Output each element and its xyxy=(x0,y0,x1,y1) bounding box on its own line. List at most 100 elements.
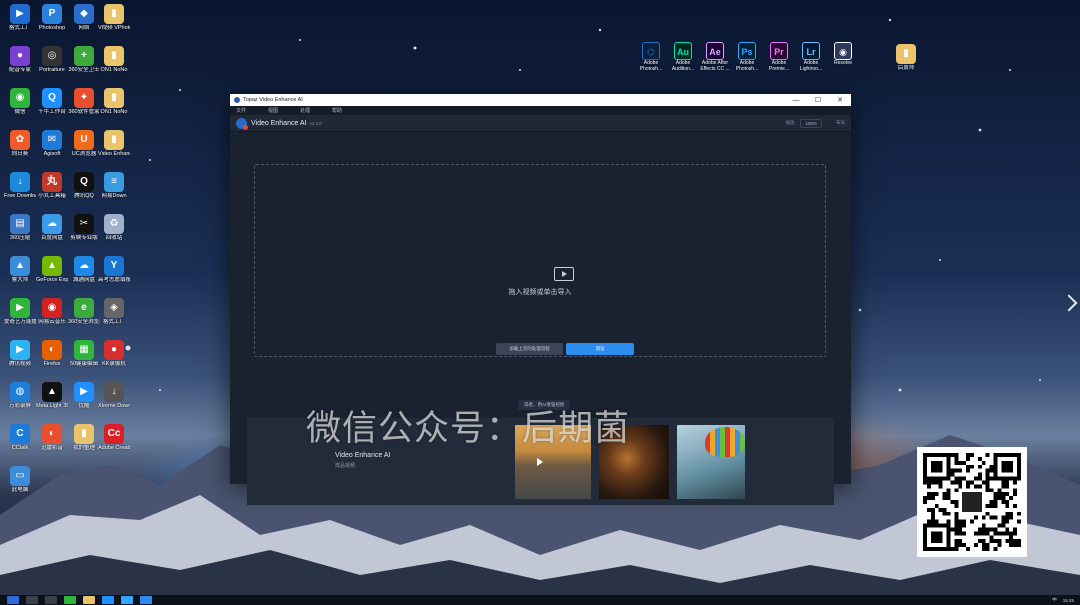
desktop-icon[interactable]: ◍ 万彩录屏 xyxy=(4,382,36,410)
desktop-icon[interactable]: ↓Xtreme Download xyxy=(98,382,130,410)
zoom-select[interactable]: 100% xyxy=(800,118,822,128)
desktop-icon[interactable]: ▦ 50健康编辑 xyxy=(68,340,100,368)
menu-process[interactable]: 处理 xyxy=(300,107,310,114)
desktop-icon[interactable]: ◆ 网络 xyxy=(68,4,100,32)
desktop-icon[interactable]: ▶ 格式工厂 xyxy=(4,4,36,32)
desktop-icon[interactable]: Y 高考志愿填报 xyxy=(98,256,130,284)
topaz-logo-icon xyxy=(236,117,248,130)
desktop-icon-label: 格式工厂 xyxy=(8,25,31,31)
desktop-icon[interactable]: ● 配音专家 xyxy=(4,46,36,74)
desktop-icon[interactable]: ◉ 网易云音乐 xyxy=(36,298,68,326)
desktop-icon[interactable]: ≡ 网易Down xyxy=(98,172,130,200)
desktop-icon[interactable]: Q 腾讯QQ xyxy=(68,172,100,200)
taskbar-app-explorer[interactable] xyxy=(83,596,95,604)
desktop-icon-label: Meta.Light 3D v2.5 xyxy=(36,403,68,409)
desktop-icon[interactable]: ☁ 城通网盘 xyxy=(68,256,100,284)
desktop-icon[interactable]: ✂ 剪映专业版 xyxy=(68,214,100,242)
desktop-icon-label: Xtreme Download xyxy=(98,403,130,409)
desktop-icon[interactable]: ▤ 360压缩 xyxy=(4,214,36,242)
desktop-icon[interactable]: ◐ Firefox xyxy=(36,340,68,368)
adobe-app-icon[interactable]: ◉ Resolve xyxy=(828,42,858,66)
app-icon: ▲ xyxy=(42,256,62,276)
adobe-app-icon[interactable]: Ps Adobe Photosh... xyxy=(732,42,762,72)
desktop-icon-label: 百度网盘 xyxy=(40,235,63,241)
menu-view[interactable]: 视图 xyxy=(268,107,278,114)
clock[interactable]: 15:45 xyxy=(1063,598,1074,603)
app-icon: ▤ xyxy=(10,214,30,234)
adobe-app-icon[interactable]: Au Adobe Audition... xyxy=(668,42,698,72)
maximize-button[interactable]: ☐ xyxy=(807,96,829,104)
desktop-icon[interactable]: ✉ Agisoft xyxy=(36,130,68,158)
desktop-icon-label: Portraiture xyxy=(39,67,65,73)
app-icon: ◉ xyxy=(42,298,62,318)
adobe-app-icon[interactable]: ⌬ Adobe Photosh... xyxy=(636,42,666,72)
desktop-icon[interactable]: ▮V视频 VPhoto源码 xyxy=(98,4,130,32)
minimize-button[interactable]: — xyxy=(785,97,807,104)
app-icon: ▮ xyxy=(104,46,124,66)
next-arrow-icon[interactable] xyxy=(1060,294,1078,312)
taskbar-app-browser[interactable] xyxy=(102,596,114,604)
window-title: Topaz Video Enhance AI xyxy=(243,97,303,103)
adobe-app-icon[interactable]: Pr Adobe Premie... xyxy=(764,42,794,72)
video-dropzone[interactable]: 拖入视频或单击导入 加载上次的处理流程 浏览 xyxy=(254,164,826,357)
desktop-icon[interactable]: ▲GeForce Experience xyxy=(36,256,68,284)
taskbar-app-photoshop[interactable] xyxy=(121,596,133,604)
desktop-icon[interactable]: CcAdobe Creative xyxy=(98,424,130,452)
desktop-icon[interactable]: ▮Video Enhance xyxy=(98,130,130,158)
desktop-icon[interactable]: e360安全浏览器 xyxy=(68,298,100,326)
desktop-icon[interactable]: ▶ 腾讯视频 xyxy=(4,340,36,368)
ime-indicator[interactable]: 中 xyxy=(1052,597,1057,603)
desktop-icon[interactable]: ✦ 360软件管家 xyxy=(68,88,100,116)
load-last-flow-button[interactable]: 加载上次的处理流程 xyxy=(496,343,563,355)
desktop-icon[interactable]: ◈ 格式工厂 xyxy=(98,298,130,326)
close-button[interactable]: ✕ xyxy=(829,96,851,104)
desktop-icon-label: GeForce Experience xyxy=(36,277,68,283)
desktop-icon[interactable]: +360安全卫士 xyxy=(68,46,100,74)
app-icon: e xyxy=(74,298,94,318)
desktop-icon[interactable]: ◎ Portraiture xyxy=(36,46,68,74)
search-icon[interactable] xyxy=(26,596,38,604)
desktop-icon[interactable]: ↓Free Download xyxy=(4,172,36,200)
desktop-icon-label: 小丸工具箱 xyxy=(38,193,66,199)
desktop-icon-right[interactable]: ▮ 后景师 xyxy=(890,44,922,72)
desktop-icon[interactable]: ◉ 微信 xyxy=(4,88,36,116)
desktop-icon[interactable]: P Photoshop xyxy=(36,4,68,32)
desktop-icon[interactable]: Q 千牛工作台 xyxy=(36,88,68,116)
desktop-icon[interactable]: ▮ 我的整理 xyxy=(68,424,100,452)
desktop-icon-label: 城通网盘 xyxy=(72,277,95,283)
desktop-icon[interactable]: ▶ 优酷 xyxy=(68,382,100,410)
desktop-icon[interactable]: U UC浏览器 xyxy=(68,130,100,158)
taskbar-app-video-enhance[interactable] xyxy=(140,596,152,604)
app-icon: ✂ xyxy=(74,214,94,234)
app-icon: ▶ xyxy=(10,4,30,24)
adobe-app-icon[interactable]: Ae Adobe After Effects CC ... xyxy=(700,42,730,72)
menu-help[interactable]: 帮助 xyxy=(332,107,342,114)
task-view-icon[interactable] xyxy=(45,596,57,604)
desktop-icon[interactable]: ▮ ON1 NoNo xyxy=(98,46,130,74)
app-header: Video Enhance AI v2.3.0 缩放 100% 布局 xyxy=(230,115,851,132)
desktop-icon-label: Firefox xyxy=(43,361,61,367)
browse-button[interactable]: 浏览 xyxy=(566,343,634,355)
start-button[interactable] xyxy=(7,596,19,604)
desktop-icon[interactable]: ▲ 鲁大师 xyxy=(4,256,36,284)
layout-select[interactable]: 布局 xyxy=(836,120,845,126)
adobe-app-label: Adobe Audition... xyxy=(671,60,695,72)
desktop-icon[interactable]: ▶爱奇艺万能播放器 xyxy=(4,298,36,326)
desktop-icon[interactable]: ▲Meta.Light 3D v2.5 xyxy=(36,382,68,410)
desktop-icon[interactable]: ▮ ON1 NoNo xyxy=(98,88,130,116)
desktop-icon[interactable]: ▭ 此电脑 xyxy=(4,466,36,494)
app-icon: Cc xyxy=(104,424,124,444)
desktop-icon[interactable]: ☁ 百度网盘 xyxy=(36,214,68,242)
desktop-icon-label: Agisoft xyxy=(43,151,61,157)
desktop-icon[interactable]: ✿ 向日葵 xyxy=(4,130,36,158)
desktop-icon[interactable]: ● KK录像机 xyxy=(98,340,130,368)
desktop-icon-label: 向日葵 xyxy=(11,151,29,157)
desktop-icon[interactable]: ♻ 回收站 xyxy=(98,214,130,242)
desktop-icon[interactable]: C CCtalk xyxy=(4,424,36,452)
adobe-app-icon[interactable]: Lr Adobe Lightroo... xyxy=(796,42,826,72)
menu-file[interactable]: 文件 xyxy=(236,107,246,114)
app-icon: ↓ xyxy=(104,382,124,402)
taskbar-app-wechat[interactable] xyxy=(64,596,76,604)
desktop-icon[interactable]: 丸小丸工具箱 xyxy=(36,172,68,200)
desktop-icon[interactable]: ◐ 迅雷影音 xyxy=(36,424,68,452)
